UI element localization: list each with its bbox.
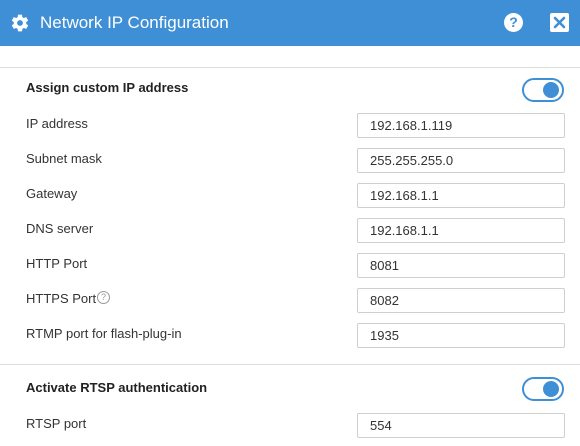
subnet-mask-label: Subnet mask <box>26 151 102 166</box>
section-divider <box>0 364 580 365</box>
help-circle-icon[interactable]: ? <box>97 291 110 304</box>
ip-address-label: IP address <box>26 116 88 131</box>
rtmp-port-label: RTMP port for flash-plug-in <box>26 326 182 341</box>
gear-icon <box>11 14 29 32</box>
custom-ip-toggle[interactable] <box>522 78 564 102</box>
rtsp-port-input[interactable] <box>357 413 565 438</box>
dialog-titlebar: Network IP Configuration ? <box>0 0 580 46</box>
dns-server-label: DNS server <box>26 221 94 236</box>
toggle-knob <box>543 82 559 98</box>
rtsp-port-label: RTSP port <box>26 416 87 431</box>
ip-address-input[interactable] <box>357 113 565 138</box>
http-port-input[interactable] <box>357 253 565 278</box>
http-port-label: HTTP Port <box>26 256 88 271</box>
gateway-input[interactable] <box>357 183 565 208</box>
rtsp-auth-toggle[interactable] <box>522 377 564 401</box>
rtmp-port-input[interactable] <box>357 323 565 348</box>
dns-server-input[interactable] <box>357 218 565 243</box>
https-port-label: HTTPS Port <box>26 291 97 306</box>
close-button[interactable] <box>550 13 569 32</box>
gateway-label: Gateway <box>26 186 78 201</box>
custom-ip-heading: Assign custom IP address <box>26 80 189 95</box>
close-icon <box>553 16 566 29</box>
subnet-mask-input[interactable] <box>357 148 565 173</box>
toggle-knob <box>543 381 559 397</box>
https-port-input[interactable] <box>357 288 565 313</box>
rtsp-auth-heading: Activate RTSP authentication <box>26 380 208 395</box>
dialog-title: Network IP Configuration <box>40 13 229 32</box>
section-divider <box>0 67 580 68</box>
help-button[interactable]: ? <box>504 13 523 32</box>
